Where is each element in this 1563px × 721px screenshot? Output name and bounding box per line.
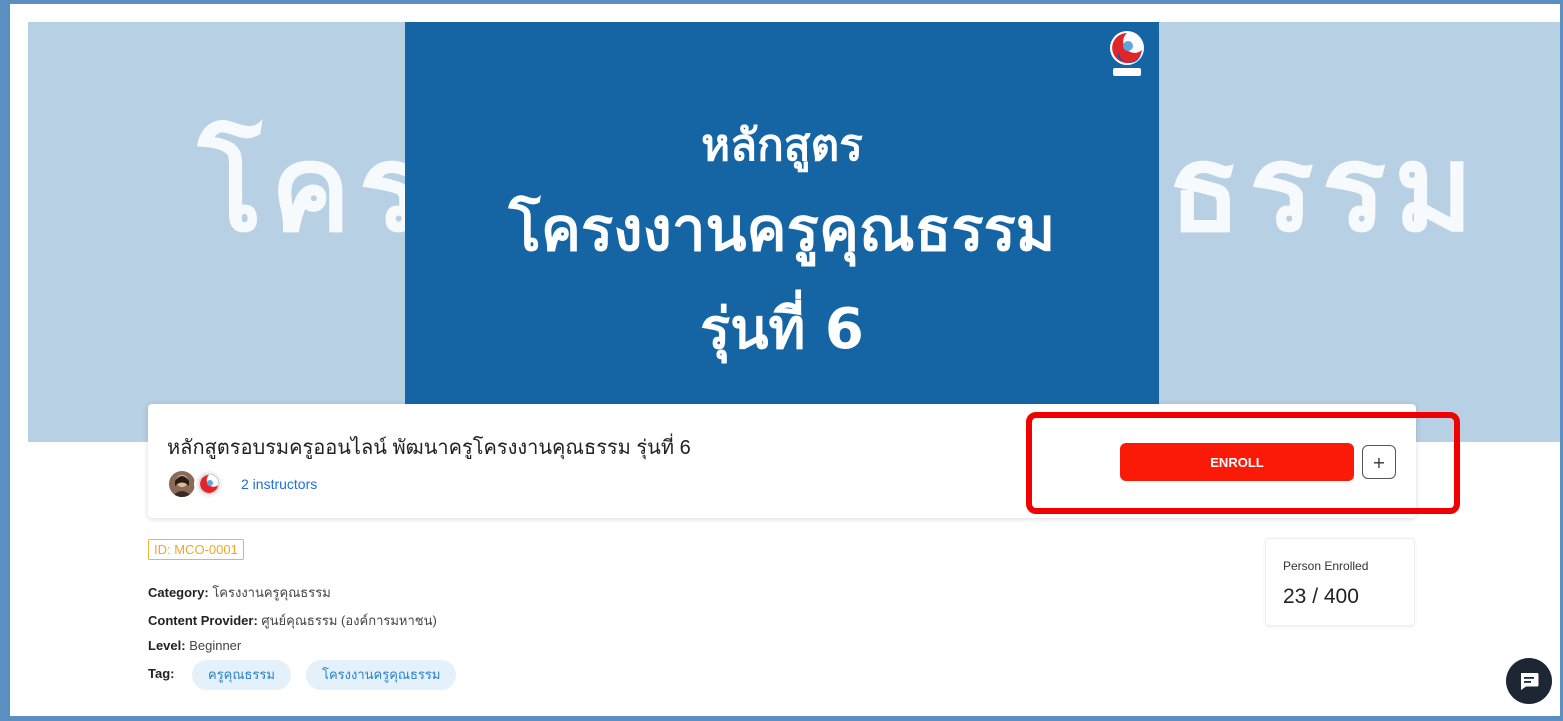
page-frame: โครง ธรรม หลักสูตร โครงงานครูคุณธรรม รุ่… (10, 4, 1560, 716)
enroll-button[interactable]: ENROLL (1120, 443, 1354, 481)
course-title: หลักสูตรอบรมครูออนไลน์ พัฒนาครูโครงงานคุ… (167, 437, 691, 459)
instructor-avatar[interactable] (194, 469, 224, 499)
instructors-link[interactable]: 2 instructors (241, 476, 317, 492)
level-row: Level: Beginner (148, 638, 241, 653)
org-logo-icon (198, 473, 220, 495)
category-row: Category: โครงงานครูคุณธรรม (148, 582, 331, 603)
course-id-badge: ID: MCO-0001 (148, 539, 244, 560)
tag-row: Tag: (148, 666, 174, 681)
chat-button[interactable] (1506, 658, 1552, 704)
chat-icon (1521, 673, 1539, 690)
banner-line-3: รุ่นที่ 6 (700, 297, 864, 362)
enrollment-stat-box: Person Enrolled 23 / 400 (1265, 538, 1415, 626)
instructor-avatar[interactable] (167, 469, 197, 499)
org-logo-icon (1110, 31, 1144, 76)
tag-chip[interactable]: ครูคุณธรรม (192, 660, 291, 690)
tag-chip[interactable]: โครงงานครูคุณธรรม (306, 660, 457, 690)
banner-ghost-right: ธรรม (1168, 120, 1482, 259)
enrolled-label: Person Enrolled (1283, 559, 1369, 573)
banner-line-1: หลักสูตร (701, 120, 863, 171)
add-button[interactable]: + (1362, 445, 1396, 479)
person-icon (172, 475, 192, 497)
enrolled-count: 23 / 400 (1283, 585, 1359, 608)
category-value: โครงงานครูคุณธรรม (212, 585, 331, 600)
category-label: Category: (148, 585, 209, 600)
provider-label: Content Provider: (148, 613, 258, 628)
tag-label: Tag: (148, 666, 175, 681)
provider-row: Content Provider: ศูนย์คุณธรรม (องค์การม… (148, 610, 437, 631)
provider-value: ศูนย์คุณธรรม (องค์การมหาชน) (261, 613, 437, 628)
banner-card: หลักสูตร โครงงานครูคุณธรรม รุ่นที่ 6 (405, 22, 1159, 406)
banner-line-2: โครงงานครูคุณธรรม (508, 195, 1056, 265)
level-value: Beginner (189, 638, 242, 653)
level-label: Level: (148, 638, 186, 653)
